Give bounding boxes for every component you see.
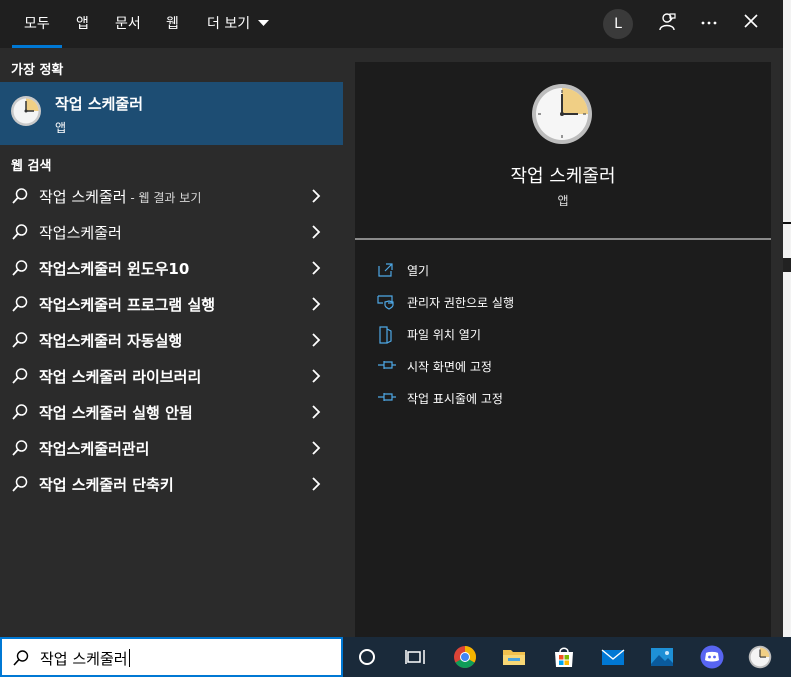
cortana-icon[interactable] [355,645,379,669]
web-result-label: 작업 스케줄러 라이브러리 [39,368,202,386]
task-scheduler-clock-icon [11,96,41,126]
action-pin-to-taskbar[interactable]: 작업 표시줄에 고정 [377,388,677,410]
task-view-icon[interactable] [403,645,427,669]
chevron-right-icon [312,333,321,347]
chevron-right-icon [312,225,321,239]
action-run-as-admin[interactable]: 관리자 권한으로 실행 [377,292,677,314]
feedback-icon[interactable] [655,12,679,36]
chevron-right-icon [312,405,321,419]
tab-apps[interactable]: 앱 [76,13,89,33]
taskbar: 작업 스케줄러 [0,637,791,677]
web-result-item[interactable]: 작업스케줄러 프로그램 실행 [0,286,343,322]
results-panel: 가장 정확 작업 스케줄러 앱 웹 검색 작업 스케줄러 - 웹 결과 보기 작… [0,48,343,637]
divider [355,238,771,240]
task-scheduler-clock-icon[interactable] [748,645,772,669]
web-result-label: 작업스케줄러 [39,224,122,242]
web-result-item[interactable]: 작업스케줄러 자동실행 [0,322,343,358]
search-icon [12,440,28,456]
best-match-type: 앱 [55,121,67,135]
web-result-item[interactable]: 작업 스케줄러 라이브러리 [0,358,343,394]
action-open-file-location[interactable]: 파일 위치 열기 [377,324,677,346]
search-box[interactable]: 작업 스케줄러 [0,637,343,677]
action-run-as-admin-label: 관리자 권한으로 실행 [407,296,514,310]
chevron-right-icon [312,189,321,203]
app-detail-type: 앱 [557,194,569,208]
open-icon [378,263,393,277]
microsoft-store-icon[interactable] [552,645,576,669]
search-icon [12,260,28,276]
pin-icon [378,361,396,369]
app-detail-title: 작업 스케줄러 [510,166,616,187]
chevron-right-icon [312,297,321,311]
action-pin-to-start[interactable]: 시작 화면에 고정 [377,356,677,378]
web-result-label: 작업 스케줄러 단축키 [39,476,174,494]
chevron-right-icon [312,261,321,275]
web-result-label: 작업스케줄러 프로그램 실행 [39,296,216,314]
account-avatar[interactable]: L [603,9,633,39]
web-search-heading: 웹 검색 [11,159,52,174]
caret-down-icon [257,20,269,26]
tab-documents[interactable]: 문서 [115,13,141,33]
shield-icon [377,295,394,310]
more-options-icon[interactable] [697,12,721,36]
discord-icon[interactable] [700,645,724,669]
mail-icon[interactable] [601,645,625,669]
web-result-item[interactable]: 작업스케줄러관리 [0,430,343,466]
chevron-right-icon [312,477,321,491]
search-icon [12,476,28,492]
web-result-label: 작업 스케줄러 실행 안됨 [39,404,193,422]
file-explorer-icon[interactable] [502,645,526,669]
best-match-result[interactable]: 작업 스케줄러 앱 [0,82,343,145]
action-open-label: 열기 [407,264,430,278]
action-pin-to-taskbar-label: 작업 표시줄에 고정 [407,392,503,406]
web-result-item[interactable]: 작업스케줄러 [0,214,343,250]
action-open-file-location-label: 파일 위치 열기 [407,328,481,342]
search-input[interactable]: 작업 스케줄러 [40,648,130,669]
web-result-label: 작업스케줄러 윈도우10 [39,260,190,278]
close-icon[interactable] [739,12,763,36]
search-icon [12,224,28,240]
chevron-right-icon [312,369,321,383]
app-detail-card: 작업 스케줄러 앱 열기 관리자 권한으로 실행 파일 위치 열기 시작 화면에… [355,62,771,637]
web-result-label: 작업 스케줄러 - 웹 결과 보기 [39,188,202,206]
photos-icon[interactable] [650,645,674,669]
web-result-item[interactable]: 작업 스케줄러 실행 안됨 [0,394,343,430]
file-location-icon [379,326,392,344]
top-bar: 모두 앱 문서 웹 더 보기 L [0,0,783,48]
preview-panel: 작업 스케줄러 앱 열기 관리자 권한으로 실행 파일 위치 열기 시작 화면에… [343,48,783,637]
web-result-item[interactable]: 작업 스케줄러 단축키 [0,466,343,502]
pin-icon [378,393,396,401]
tab-web[interactable]: 웹 [166,13,179,33]
web-result-label: 작업스케줄러 자동실행 [39,332,183,350]
search-icon [13,650,29,666]
action-open[interactable]: 열기 [377,260,677,282]
chrome-icon[interactable] [453,645,477,669]
web-result-label: 작업스케줄러관리 [39,440,150,458]
background-window-edge [783,0,791,637]
search-icon [12,368,28,384]
task-scheduler-clock-icon [532,84,592,144]
action-pin-to-start-label: 시작 화면에 고정 [407,360,492,374]
search-icon [12,188,28,204]
web-result-item[interactable]: 작업스케줄러 윈도우10 [0,250,343,286]
best-match-heading: 가장 정확 [11,63,64,78]
search-icon [12,332,28,348]
web-result-item[interactable]: 작업 스케줄러 - 웹 결과 보기 [0,178,343,214]
chevron-right-icon [312,441,321,455]
search-icon [12,404,28,420]
tab-all[interactable]: 모두 [24,13,50,33]
tab-more[interactable]: 더 보기 [207,13,269,33]
search-icon [12,296,28,312]
tab-more-label: 더 보기 [207,16,251,32]
best-match-title: 작업 스케줄러 [55,95,144,113]
